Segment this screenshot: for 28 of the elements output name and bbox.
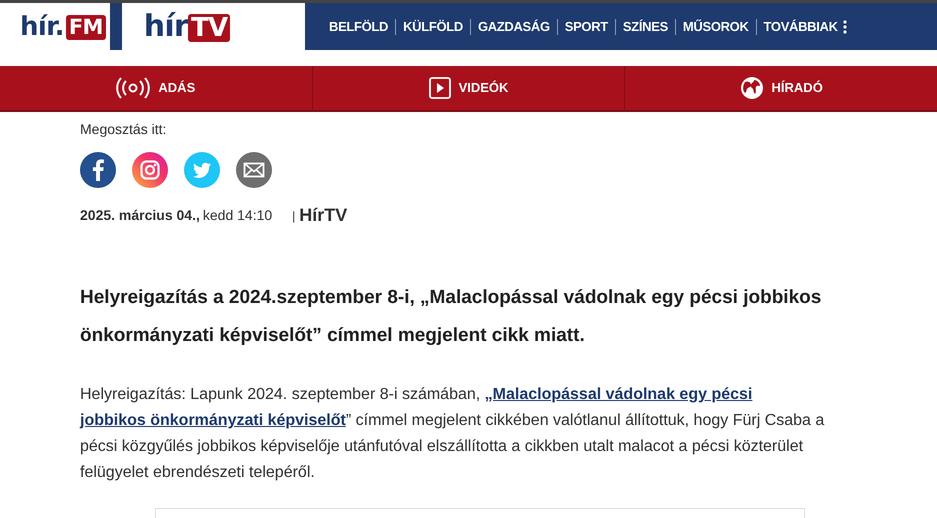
logo[interactable]: hírTV bbox=[144, 12, 230, 42]
headline: Helyreigazítás a 2024.szeptember 8-i, „Malaclopással vádolnak egy pécsi jobbikos önkormányzati képviselőt” címmel megjelent cikk miatt. bbox=[80, 286, 822, 348]
section-tab[interactable]: HÍRADÓ bbox=[624, 66, 937, 110]
nav-link[interactable]: TOVÁBBIAK bbox=[764, 16, 838, 36]
article-link[interactable]: „Malaclopással vádolnak egy pécsi bbox=[484, 386, 752, 403]
facebook-icon[interactable] bbox=[80, 152, 116, 188]
publish-date: 2025. március 04., bbox=[80, 206, 200, 225]
nav-link[interactable]: SZÍNES bbox=[622, 16, 668, 36]
more-icon[interactable] bbox=[842, 20, 847, 34]
source-label: HírTV bbox=[299, 204, 348, 227]
nav-link[interactable]: KÜLFÖLD bbox=[403, 16, 463, 36]
email-icon[interactable] bbox=[236, 152, 272, 188]
logo[interactable]: hír. FM bbox=[20, 14, 106, 40]
nav-link[interactable]: MŰSOROK bbox=[682, 16, 749, 36]
section-tab[interactable]: VIDEÓK bbox=[312, 66, 624, 110]
publish-time: kedd 14:10 bbox=[202, 206, 272, 225]
share-label: Megosztás itt: bbox=[80, 120, 168, 139]
nav-link[interactable]: GAZDASÁG bbox=[478, 16, 550, 36]
article-paragraph: Helyreigazítás: Lapunk 2024. szeptember 8-i számában, „Malaclopással vádolnak egy pécsi jobbikos önkormányzati képviselőt” címmel megjelent cikkében valótlanul állítottuk, hogy Fürj Csaba a pécsi közgyűlés jobbikos képviselője utánfutóval elszállította a cikkben utalt malacot a pécsi közterület felügyelet ebrendészeti telepéről. bbox=[80, 385, 826, 483]
nav-link[interactable]: SPORT bbox=[564, 16, 608, 36]
article-link[interactable]: jobbikos önkormányzati képviselőt bbox=[80, 412, 346, 429]
nav-link[interactable]: BELFÖLD bbox=[329, 16, 388, 36]
play-icon bbox=[428, 77, 451, 99]
broadcast-icon bbox=[116, 77, 150, 99]
globe-icon bbox=[740, 76, 764, 100]
instagram-icon[interactable] bbox=[132, 152, 168, 188]
meta-separator: | bbox=[292, 208, 296, 224]
section-tab[interactable]: ADÁS bbox=[0, 66, 312, 110]
